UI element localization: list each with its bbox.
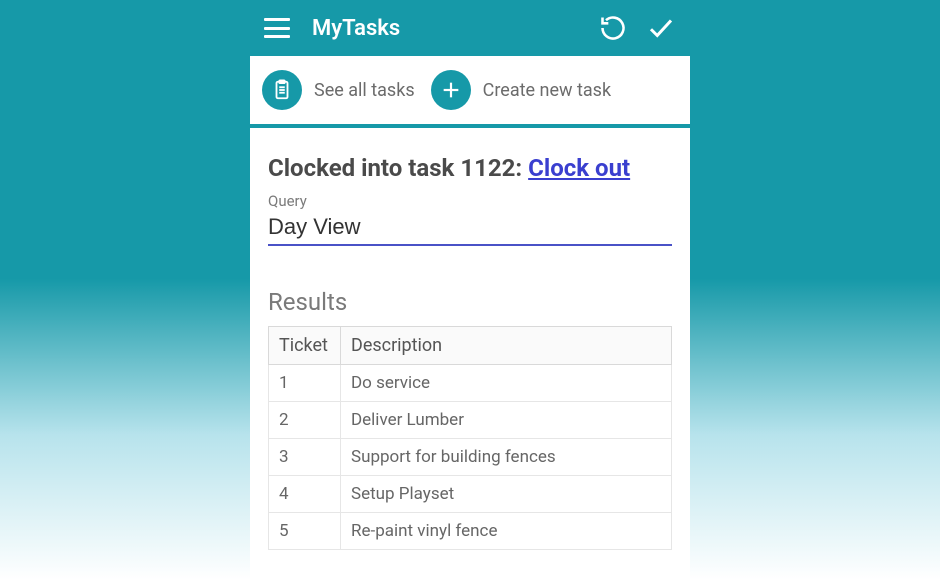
clock-out-link[interactable]: Clock out (528, 154, 630, 182)
cell-ticket: 4 (269, 476, 341, 513)
cell-ticket: 1 (269, 365, 341, 402)
clocked-status: Clocked into task 1122: Clock out (268, 154, 672, 182)
create-task-label: Create new task (483, 80, 611, 101)
query-field-wrapper: Query (268, 192, 672, 246)
query-label: Query (268, 192, 672, 210)
results-heading: Results (268, 288, 672, 316)
table-row[interactable]: 2 Deliver Lumber (269, 402, 672, 439)
refresh-icon[interactable] (598, 13, 628, 43)
plus-icon (431, 70, 471, 110)
cell-ticket: 5 (269, 513, 341, 550)
cell-description: Deliver Lumber (341, 402, 672, 439)
cell-description: Do service (341, 365, 672, 402)
menu-icon[interactable] (264, 18, 290, 38)
app-header: MyTasks (250, 0, 690, 56)
query-input[interactable] (268, 212, 672, 246)
clocked-text: Clocked into task 1122: (268, 154, 528, 182)
cell-description: Support for building fences (341, 439, 672, 476)
app-title: MyTasks (312, 16, 580, 41)
see-all-tasks-button[interactable]: See all tasks (256, 66, 421, 114)
cell-description: Setup Playset (341, 476, 672, 513)
col-ticket: Ticket (269, 327, 341, 365)
content-area: Clocked into task 1122: Clock out Query … (250, 128, 690, 580)
clipboard-icon (262, 70, 302, 110)
table-row[interactable]: 1 Do service (269, 365, 672, 402)
results-table: Ticket Description 1 Do service 2 Delive… (268, 326, 672, 550)
cell-description: Re-paint vinyl fence (341, 513, 672, 550)
check-icon[interactable] (646, 13, 676, 43)
app-frame: MyTasks See all task (250, 0, 690, 580)
table-row[interactable]: 3 Support for building fences (269, 439, 672, 476)
col-description: Description (341, 327, 672, 365)
table-header-row: Ticket Description (269, 327, 672, 365)
create-task-button[interactable]: Create new task (425, 66, 617, 114)
cell-ticket: 3 (269, 439, 341, 476)
action-toolbar: See all tasks Create new task (250, 56, 690, 128)
see-all-tasks-label: See all tasks (314, 80, 415, 101)
table-row[interactable]: 4 Setup Playset (269, 476, 672, 513)
cell-ticket: 2 (269, 402, 341, 439)
table-row[interactable]: 5 Re-paint vinyl fence (269, 513, 672, 550)
